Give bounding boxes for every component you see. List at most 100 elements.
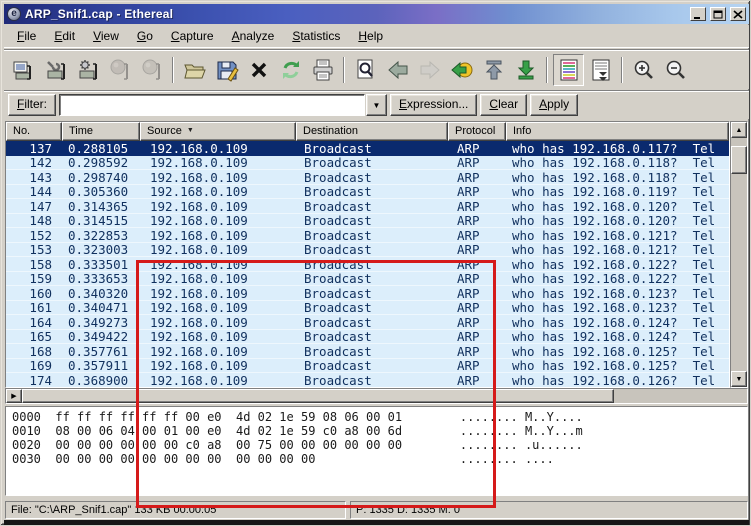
packet-row[interactable]: 147 0.314365 192.168.0.109 Broadcast ARP… [6, 199, 729, 214]
packet-list-header: No. Time Source ▼ Destination Protocol In… [6, 122, 729, 141]
menu-item[interactable]: Analyze [223, 26, 284, 46]
packet-row[interactable]: 158 0.333501 192.168.0.109 Broadcast ARP… [6, 257, 729, 272]
hex-line: 0000 ff ff ff ff ff ff 00 e0 4d 02 1e 59… [12, 410, 583, 424]
ethereal-window: e ARP_Snif1.cap - Ethereal File Edit View G… [0, 0, 751, 526]
filter-button[interactable]: Filter: [8, 94, 57, 116]
packet-row[interactable]: 153 0.323003 192.168.0.109 Broadcast ARP… [6, 242, 729, 257]
go-back-button[interactable] [382, 54, 413, 86]
interface-list-icon [13, 61, 31, 80]
capture-restart-icon [142, 59, 160, 80]
packet-row[interactable]: 161 0.340471 192.168.0.109 Broadcast ARP… [6, 300, 729, 315]
packet-rows: 137 0.288105 192.168.0.109 Broadcast ARP… [6, 141, 729, 387]
status-file-info: File: "C:\ARP_Snif1.cap" 133 KB 00:00:05 [5, 501, 346, 519]
hex-line: 0020 00 00 00 00 00 00 c0 a8 00 75 00 00… [12, 438, 583, 452]
packet-row[interactable]: 143 0.298740 192.168.0.109 Broadcast ARP… [6, 170, 729, 185]
save-as-button[interactable] [211, 54, 242, 86]
column-header-no[interactable]: No. [6, 122, 62, 141]
toolbar-separator [172, 56, 174, 83]
close-file-button[interactable] [243, 54, 274, 86]
maximize-button[interactable] [710, 7, 726, 21]
open-folder-icon [183, 64, 206, 78]
auto-scroll-button[interactable] [585, 54, 616, 86]
packet-row[interactable]: 137 0.288105 192.168.0.109 Broadcast ARP… [6, 141, 729, 156]
menu-item[interactable]: Statistics [283, 26, 349, 46]
vertical-scrollbar[interactable]: ▲ ▼ [730, 121, 748, 388]
capture-start-button[interactable] [72, 54, 103, 86]
packet-row[interactable]: 148 0.314515 192.168.0.109 Broadcast ARP… [6, 213, 729, 228]
find-packet-button[interactable] [350, 54, 381, 86]
go-to-icon [450, 61, 472, 78]
packet-row[interactable]: 159 0.333653 192.168.0.109 Broadcast ARP… [6, 271, 729, 286]
go-to-top-button[interactable] [478, 54, 509, 86]
open-file-button[interactable] [179, 54, 210, 86]
column-header-time[interactable]: Time [62, 122, 140, 141]
minimize-button[interactable] [690, 7, 706, 21]
close-button[interactable] [730, 7, 746, 21]
capture-restart-button[interactable] [136, 54, 167, 86]
packet-row[interactable]: 152 0.322853 192.168.0.109 Broadcast ARP… [6, 228, 729, 243]
packet-row[interactable]: 165 0.349422 192.168.0.109 Broadcast ARP… [6, 329, 729, 344]
colorize-button[interactable] [553, 53, 584, 86]
menu-item[interactable]: View [84, 26, 128, 46]
scroll-right-arrow[interactable]: ▶ [6, 389, 22, 403]
packet-row[interactable]: 142 0.298592 192.168.0.109 Broadcast ARP… [6, 155, 729, 170]
expression-button[interactable]: Expression... [390, 94, 478, 116]
scroll-down-arrow[interactable]: ▼ [731, 371, 747, 387]
toolbar-separator [546, 56, 548, 83]
auto-scroll-icon [592, 59, 609, 81]
capture-stop-button[interactable] [104, 54, 135, 86]
list-interfaces-button[interactable] [8, 54, 39, 86]
zoom-in-button[interactable] [628, 54, 659, 86]
sort-indicator-icon: ▼ [186, 127, 194, 134]
toolbar-separator [621, 56, 623, 83]
hex-dump-pane[interactable]: 0000 ff ff ff ff ff ff 00 e0 4d 02 1e 59… [5, 406, 748, 496]
zoom-out-button[interactable] [660, 54, 691, 86]
menu-item[interactable]: File [8, 26, 45, 46]
horizontal-scroll-thumb[interactable] [22, 389, 614, 403]
close-x-icon [251, 62, 266, 77]
vertical-scroll-thumb[interactable] [731, 146, 747, 174]
menu-item[interactable]: Go [128, 26, 162, 46]
scroll-up-arrow[interactable]: ▲ [731, 122, 747, 138]
filter-bar: Filter: ▼ Expression... Clear Apply [4, 90, 749, 119]
app-icon: e [7, 7, 21, 21]
colorize-icon [560, 59, 577, 80]
bottom-arrow-icon [517, 60, 534, 79]
packet-row[interactable]: 144 0.305360 192.168.0.109 Broadcast ARP… [6, 184, 729, 199]
filter-dropdown-button[interactable]: ▼ [366, 94, 388, 116]
print-button[interactable] [307, 54, 338, 86]
capture-stop-icon [110, 59, 128, 80]
capture-start-icon [79, 59, 97, 80]
filter-input[interactable] [59, 94, 366, 116]
packet-row[interactable]: 164 0.349273 192.168.0.109 Broadcast ARP… [6, 315, 729, 330]
find-icon [357, 59, 373, 78]
packet-row[interactable]: 160 0.340320 192.168.0.109 Broadcast ARP… [6, 286, 729, 301]
capture-options-button[interactable] [40, 54, 71, 86]
clear-button[interactable]: Clear [480, 94, 528, 116]
go-to-packet-button[interactable] [446, 54, 477, 86]
reload-button[interactable] [275, 54, 306, 86]
go-forward-button[interactable] [414, 54, 445, 86]
column-header-source[interactable]: Source ▼ [140, 122, 296, 141]
column-header-protocol[interactable]: Protocol [448, 122, 506, 141]
menu-item[interactable]: Help [349, 26, 392, 46]
main-toolbar [4, 49, 749, 89]
printer-icon [313, 59, 332, 80]
horizontal-scrollbar[interactable]: ◀ ▶ [5, 388, 748, 404]
apply-button[interactable]: Apply [530, 94, 579, 116]
menu-item[interactable]: Edit [45, 26, 84, 46]
save-floppy-icon [217, 61, 239, 82]
go-to-bottom-button[interactable] [510, 54, 541, 86]
packet-list: No. Time Source ▼ Destination Protocol In… [5, 121, 730, 388]
back-arrow-icon [387, 60, 407, 79]
packet-row[interactable]: 168 0.357761 192.168.0.109 Broadcast ARP… [6, 344, 729, 359]
column-header-info[interactable]: Info [506, 122, 729, 141]
capture-options-icon [46, 60, 65, 80]
title-bar[interactable]: e ARP_Snif1.cap - Ethereal [4, 4, 749, 24]
packet-row[interactable]: 169 0.357911 192.168.0.109 Broadcast ARP… [6, 358, 729, 373]
column-header-destination[interactable]: Destination [296, 122, 448, 141]
zoom-in-icon [634, 60, 653, 79]
menu-item[interactable]: Capture [162, 26, 223, 46]
top-arrow-icon [485, 60, 502, 79]
packet-row[interactable]: 174 0.368900 192.168.0.109 Broadcast ARP… [6, 373, 729, 387]
